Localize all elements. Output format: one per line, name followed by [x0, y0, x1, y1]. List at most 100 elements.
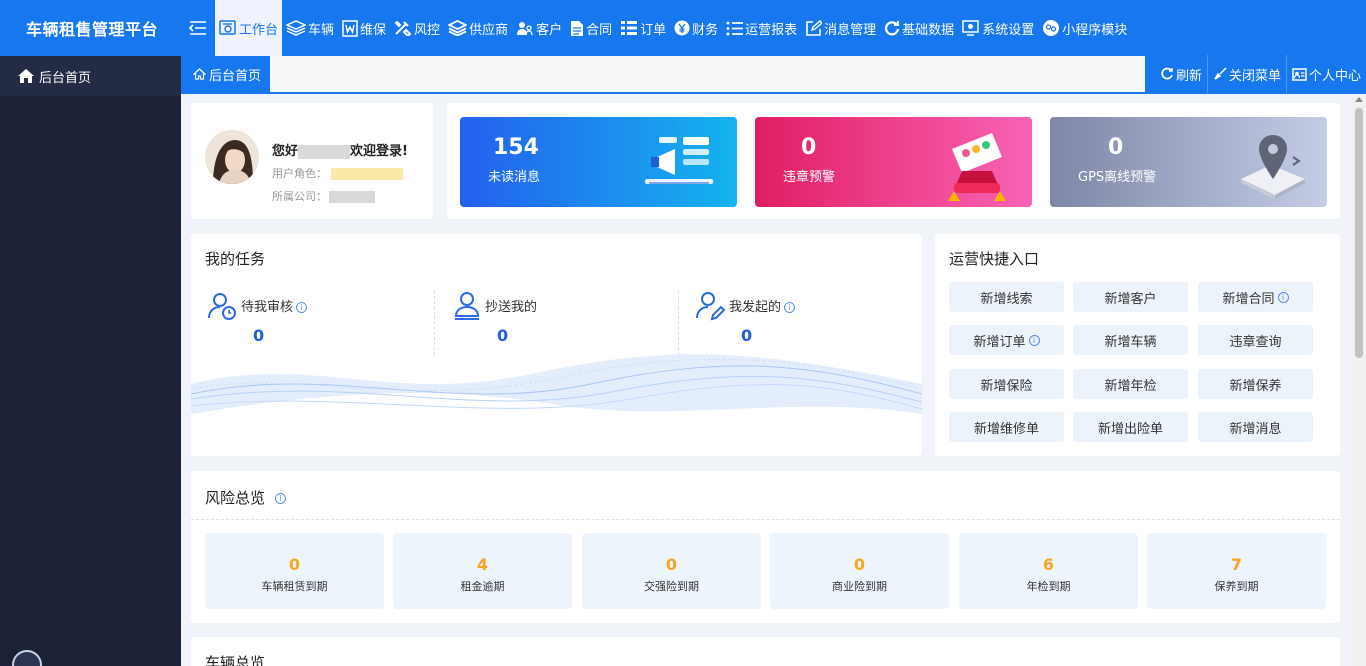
traffic-camera-illustration-icon — [948, 133, 1006, 201]
nav-item-orders[interactable]: 订单 — [616, 0, 670, 56]
close-menu-button[interactable]: 关闭菜单 — [1208, 55, 1287, 93]
new-repair-order-button[interactable]: 新增维修单 — [949, 412, 1064, 442]
nav-item-vehicles[interactable]: 车辆 — [282, 0, 338, 56]
nav-item-label: 小程序模块 — [1062, 22, 1128, 38]
new-customer-button[interactable]: 新增客户 — [1073, 282, 1188, 312]
sidebar-item-label: 后台首页 — [39, 70, 92, 86]
stat-violation-warning[interactable]: 0 违章预警 — [755, 117, 1032, 207]
new-claim-button[interactable]: 新增出险单 — [1073, 412, 1188, 442]
stat-label: 违章预警 — [783, 170, 836, 185]
new-message-button[interactable]: 新增消息 — [1198, 412, 1313, 442]
nav-item-contracts[interactable]: 合同 — [566, 0, 616, 56]
info-icon[interactable]: i — [784, 302, 796, 313]
nav-item-label: 车辆 — [308, 22, 335, 38]
stat-label: 未读消息 — [488, 170, 541, 185]
wechat-icon — [1043, 20, 1060, 36]
new-insurance-button[interactable]: 新增保险 — [949, 369, 1064, 399]
top-navbar: 车辆租售管理平台 工作台 车辆 维保 风控 供应商 客户 合同 订单 财务 运营… — [0, 0, 1366, 56]
info-icon[interactable]: i — [296, 302, 308, 313]
new-order-button[interactable]: 新增订单 i — [949, 325, 1064, 355]
stat-value: 154 — [493, 135, 539, 160]
edit-icon — [806, 19, 823, 36]
new-lead-button[interactable]: 新增线索 — [949, 282, 1064, 312]
tab-label: 后台首页 — [209, 68, 262, 84]
collapse-menu-button[interactable] — [181, 0, 215, 56]
sidebar-avatar[interactable] — [12, 650, 42, 666]
task-pending-review[interactable]: 待我审核 i 0 — [205, 290, 445, 356]
stat-value: 0 — [1108, 135, 1124, 160]
new-maintenance-button[interactable]: 新增保养 — [1198, 369, 1313, 399]
nav-item-finance[interactable]: 财务 — [670, 0, 722, 56]
task-count: 0 — [253, 326, 265, 345]
nav-item-maintenance[interactable]: 维保 — [338, 0, 390, 56]
dashboard-icon — [219, 20, 236, 35]
home-icon — [18, 69, 34, 83]
nav-item-label: 系统设置 — [982, 22, 1035, 38]
nav-item-risk-control[interactable]: 风控 — [390, 0, 444, 56]
content-scrollbar[interactable] — [1352, 94, 1366, 666]
risk-compulsory-insurance-expiry[interactable]: 0 交强险到期 — [582, 533, 761, 609]
tab-bar: 后台首页 刷新 关闭菜单 个人中心 — [181, 55, 1366, 94]
user-stamp-icon — [454, 292, 480, 320]
nav-item-miniprogram[interactable]: 小程序模块 — [1038, 0, 1131, 56]
greeting-prefix: 您好 — [272, 144, 299, 159]
home-outline-icon — [193, 68, 206, 80]
megaphone-illustration-icon — [645, 137, 713, 184]
stat-gps-offline-warning[interactable]: 0 GPS离线预警 — [1050, 117, 1327, 207]
risk-annual-inspection-expiry[interactable]: 6 年检到期 — [959, 533, 1138, 609]
refresh-icon — [885, 21, 900, 36]
task-cc-me[interactable]: 抄送我的 0 — [449, 290, 689, 356]
risk-label: 交强险到期 — [644, 580, 699, 593]
task-count: 0 — [741, 326, 753, 345]
user-company: 所属公司： — [272, 188, 375, 204]
risk-rent-overdue[interactable]: 4 租金逾期 — [393, 533, 572, 609]
sidebar-item-home[interactable]: 后台首页 — [0, 56, 181, 96]
list-icon — [621, 21, 638, 35]
scroll-thumb[interactable] — [1355, 108, 1363, 358]
risk-commercial-insurance-expiry[interactable]: 0 商业险到期 — [770, 533, 949, 609]
tab-home[interactable]: 后台首页 — [181, 56, 271, 92]
profile-button[interactable]: 个人中心 — [1287, 55, 1366, 93]
risk-label: 保养到期 — [1214, 580, 1259, 593]
redacted-company — [329, 191, 375, 203]
main-content: 您好 欢迎登录! 用户角色： 所属公司： 154 未读消息 0 违章预警 0 GP… — [181, 94, 1366, 666]
refresh-button[interactable]: 刷新 — [1155, 55, 1208, 93]
task-initiated-by-me[interactable]: 我发起的 i 0 — [693, 290, 922, 356]
risk-count: 0 — [665, 555, 678, 574]
stat-unread-messages[interactable]: 154 未读消息 — [460, 117, 737, 207]
violation-query-button[interactable]: 违章查询 — [1198, 325, 1313, 355]
main-nav: 工作台 车辆 维保 风控 供应商 客户 合同 订单 财务 运营报表 消息管理 基… — [215, 0, 1131, 56]
nav-item-suppliers[interactable]: 供应商 — [444, 0, 512, 56]
nav-item-base-data[interactable]: 基础数据 — [880, 0, 958, 56]
scroll-up-arrow-icon[interactable] — [1355, 97, 1363, 102]
nav-item-label: 运营报表 — [745, 22, 798, 38]
tasks-title: 我的任务 — [205, 250, 266, 268]
quick-entry-card: 运营快捷入口 新增线索 新增客户 新增合同 i 新增订单 i 新增车辆 违章查询 新… — [935, 234, 1340, 456]
refresh-label: 刷新 — [1175, 68, 1202, 84]
risk-lease-expiry[interactable]: 0 车辆租赁到期 — [205, 533, 384, 609]
task-label: 抄送我的 — [485, 300, 538, 315]
risk-title: 风险总览 i — [205, 487, 287, 508]
new-vehicle-button[interactable]: 新增车辆 — [1073, 325, 1188, 355]
task-count: 0 — [497, 326, 509, 345]
risk-label: 年检到期 — [1026, 580, 1071, 593]
stat-value: 0 — [801, 135, 817, 160]
nav-item-settings[interactable]: 系统设置 — [958, 0, 1038, 56]
new-contract-button[interactable]: 新增合同 i — [1198, 282, 1313, 312]
nav-item-label: 订单 — [640, 22, 667, 38]
task-divider — [434, 291, 435, 355]
user-edit-icon — [696, 292, 726, 321]
nav-item-reports[interactable]: 运营报表 — [722, 0, 801, 56]
nav-item-workbench[interactable]: 工作台 — [215, 0, 283, 56]
info-icon[interactable]: i — [275, 493, 287, 504]
nav-item-customers[interactable]: 客户 — [512, 0, 566, 56]
id-card-icon — [1292, 67, 1307, 81]
nav-item-messages[interactable]: 消息管理 — [801, 0, 880, 56]
word-doc-icon — [342, 19, 358, 37]
stat-label: GPS离线预警 — [1078, 170, 1157, 185]
risk-maintenance-expiry[interactable]: 7 保养到期 — [1147, 533, 1326, 609]
task-divider — [678, 291, 679, 355]
broom-icon — [1214, 67, 1227, 80]
tools-icon — [394, 20, 412, 36]
new-annual-inspection-button[interactable]: 新增年检 — [1073, 369, 1188, 399]
